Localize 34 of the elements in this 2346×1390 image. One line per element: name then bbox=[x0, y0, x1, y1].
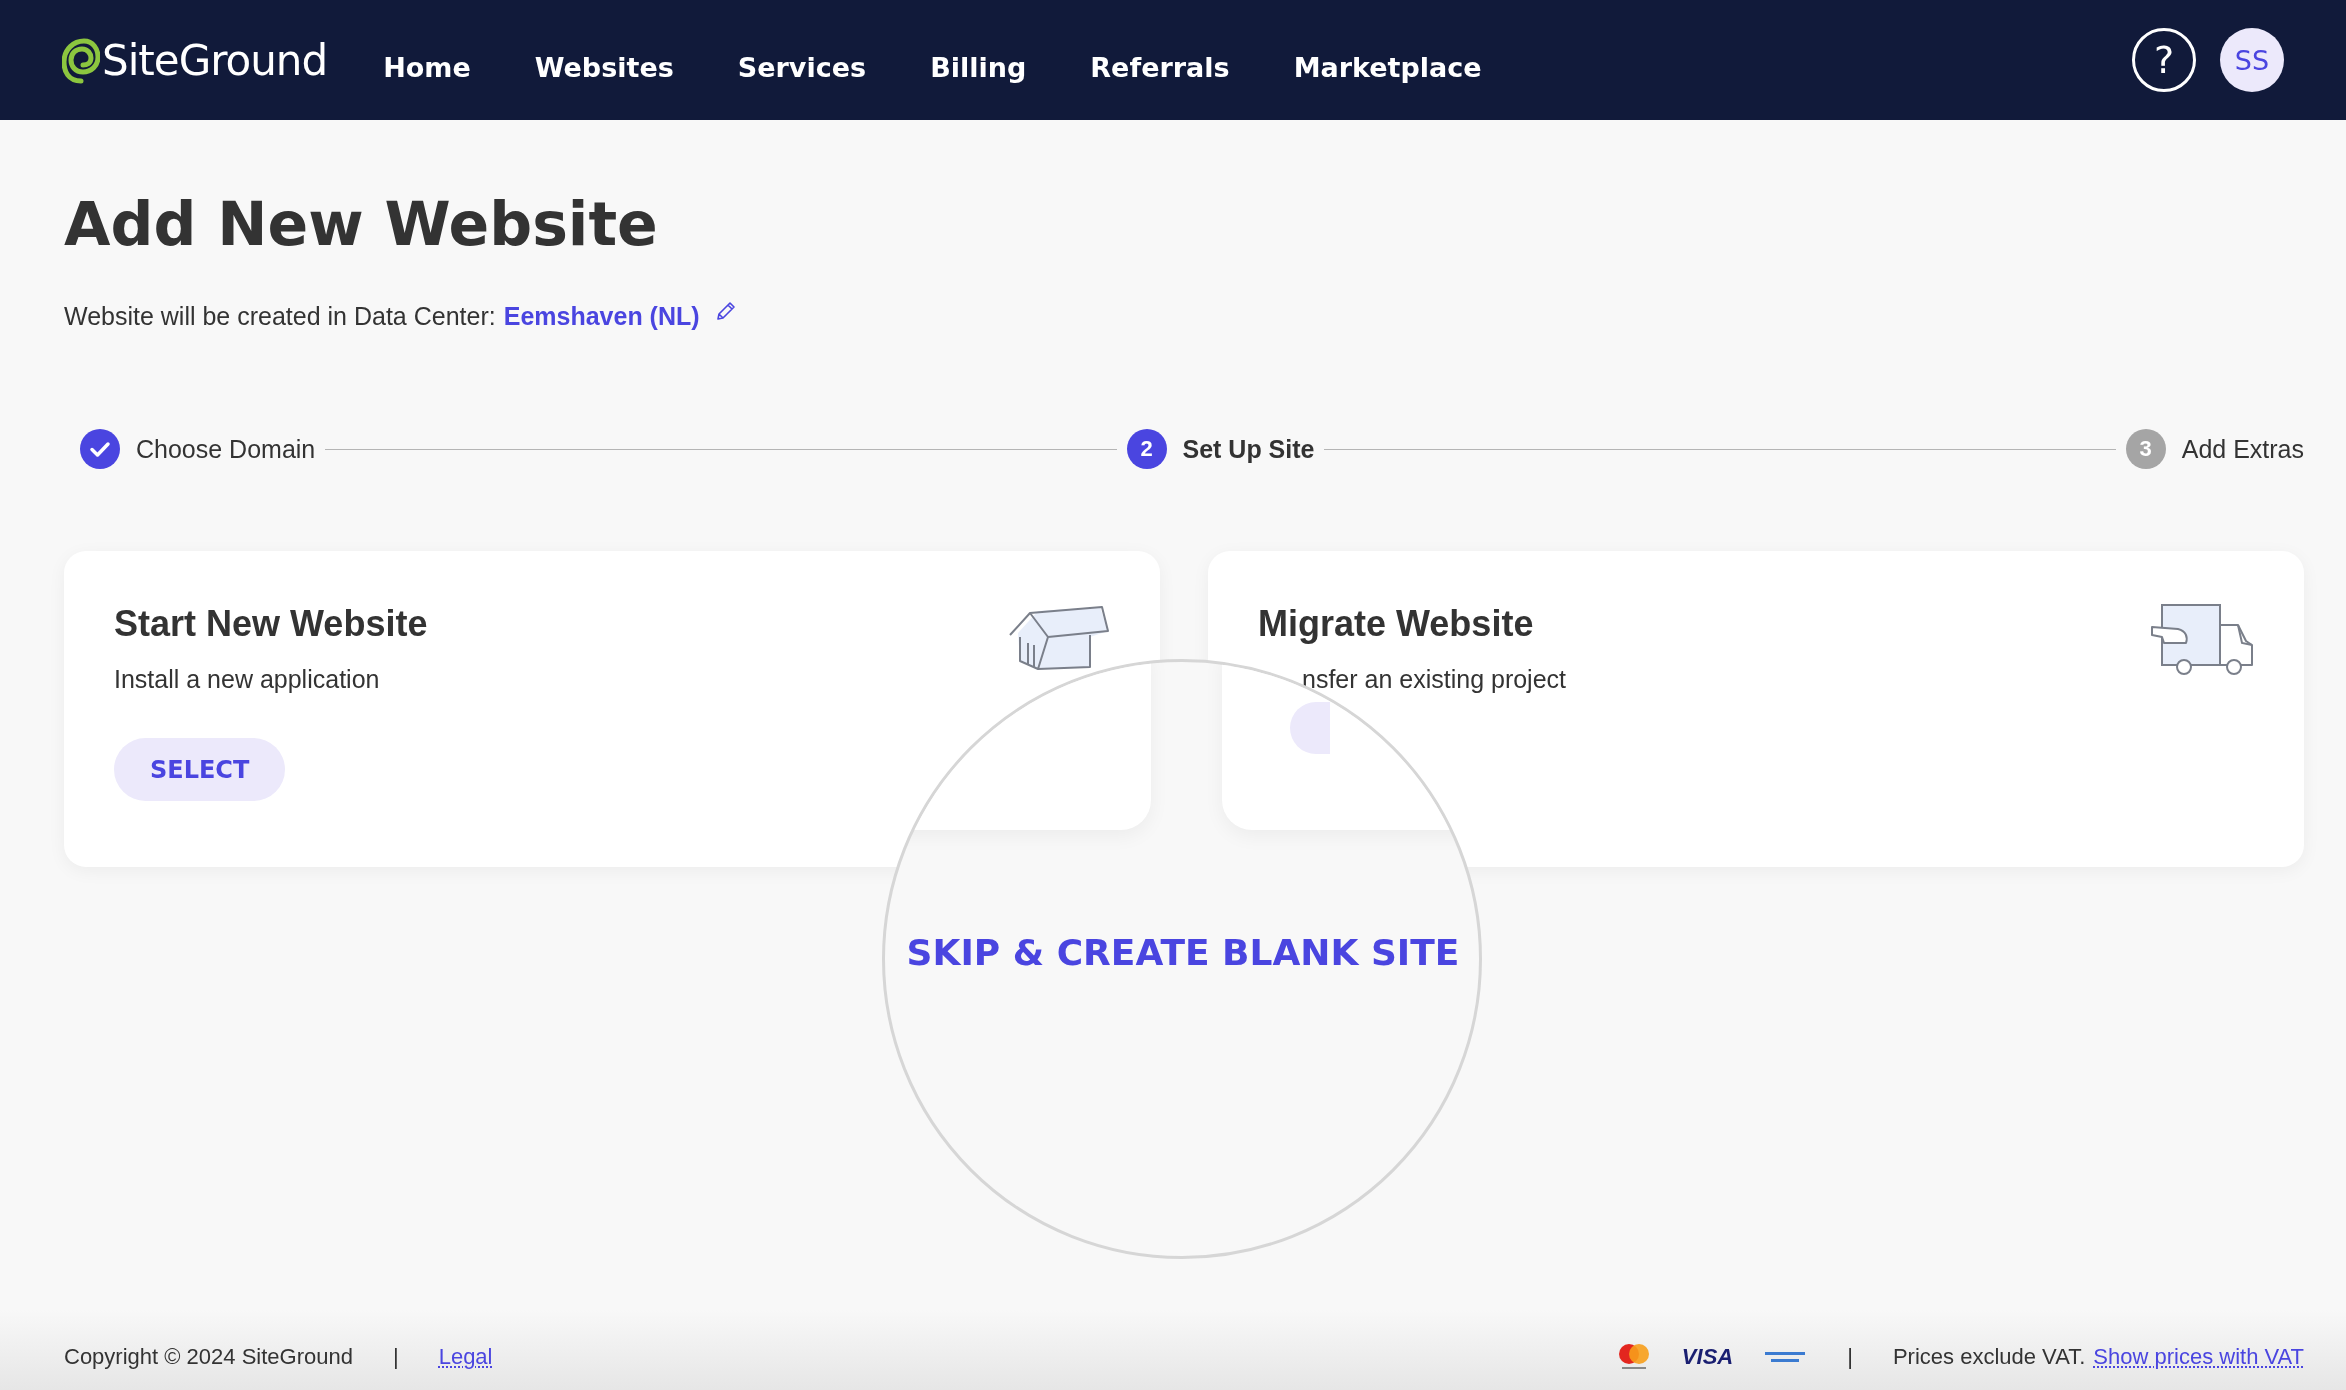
separator-text: | bbox=[392, 1344, 399, 1370]
amex-icon bbox=[1763, 1350, 1808, 1364]
card-description: Install a new application bbox=[114, 665, 381, 694]
datacenter-name: Eemshaven (NL) bbox=[503, 302, 700, 331]
skip-create-blank-site-link[interactable]: SKIP & CREATE BLANK SITE bbox=[903, 932, 1463, 973]
visa-logo: VISA bbox=[1681, 1344, 1734, 1370]
select-button[interactable]: SELECT bbox=[114, 738, 286, 801]
show-vat-link[interactable]: Show prices with VAT bbox=[2093, 1344, 2304, 1370]
step-label: Set Up Site bbox=[1182, 434, 1315, 464]
nav-link[interactable]: Websites bbox=[534, 51, 674, 83]
step-number: 2 bbox=[1126, 429, 1167, 469]
datacenter-label: Website will be created in Data Center: bbox=[64, 302, 496, 331]
logo-text[interactable]: SiteGround bbox=[102, 35, 328, 85]
step-number: 3 bbox=[2125, 429, 2166, 469]
page-title: Add New Website bbox=[64, 188, 659, 254]
step-label: Choose Domain bbox=[136, 434, 316, 464]
separator-text: | bbox=[1847, 1344, 1853, 1370]
help-button[interactable]: ? bbox=[2132, 28, 2196, 92]
house-icon bbox=[1008, 603, 1110, 671]
step-check-icon bbox=[80, 429, 120, 469]
card-description: nsfer an existing project bbox=[1301, 665, 1567, 694]
nav-link[interactable]: Home bbox=[383, 51, 471, 83]
step-label: Add Extras bbox=[2181, 434, 2304, 464]
nav-link[interactable]: Services bbox=[737, 51, 867, 83]
copyright-text: Copyright © 2024 SiteGround bbox=[64, 1344, 353, 1370]
nav-link[interactable]: Billing bbox=[930, 51, 1027, 83]
legal-link[interactable]: Legal bbox=[438, 1344, 493, 1370]
nav-link[interactable]: Referrals bbox=[1090, 51, 1230, 83]
vat-note: Prices exclude VAT. bbox=[1892, 1344, 2086, 1370]
nav-link[interactable]: Marketplace bbox=[1293, 51, 1482, 83]
card-title: Start New Website bbox=[114, 603, 428, 645]
card-title: Migrate Website bbox=[1258, 603, 1535, 645]
truck-icon bbox=[2150, 603, 2254, 675]
user-avatar[interactable]: SS bbox=[2220, 28, 2284, 92]
